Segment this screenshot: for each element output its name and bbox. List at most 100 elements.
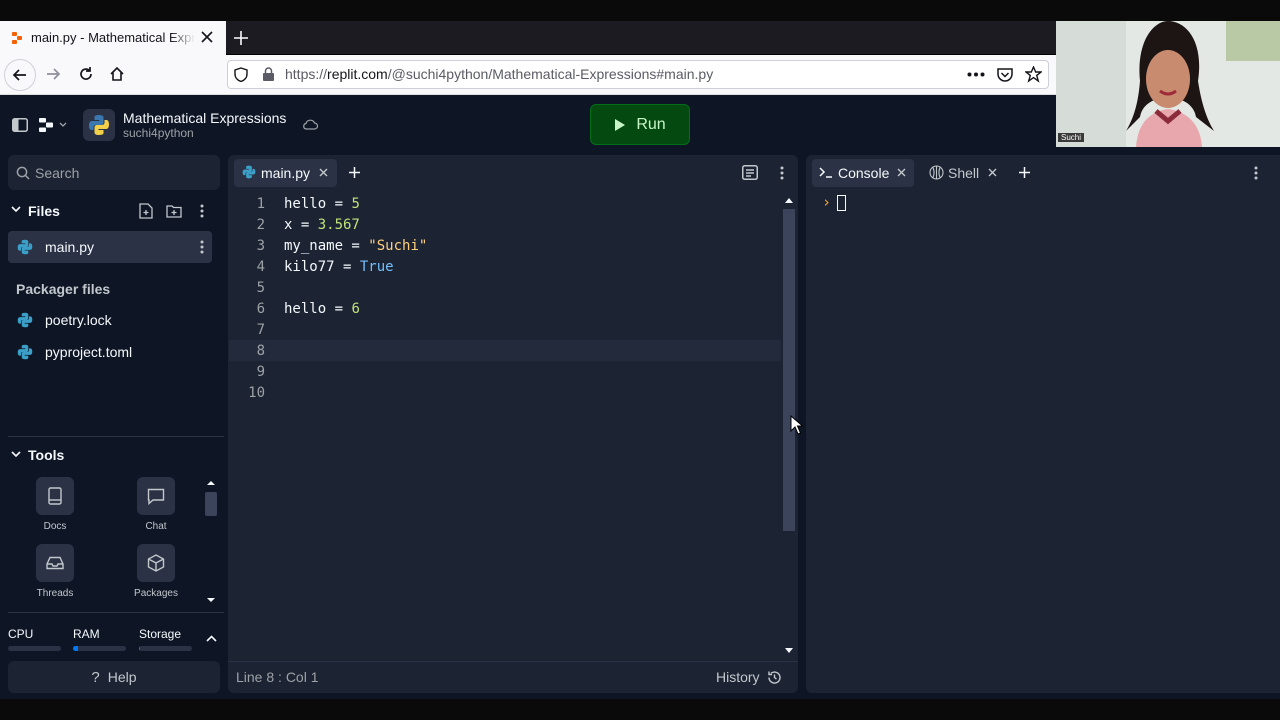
letterbox-bottom xyxy=(0,699,1280,720)
storage-label: Storage xyxy=(139,627,182,641)
code-line[interactable]: kilo77 = True xyxy=(284,259,394,275)
code-text: x = xyxy=(284,217,318,233)
browser-tab-title: main.py - Mathematical Expressions xyxy=(31,30,195,45)
help-button[interactable]: ? Help xyxy=(8,661,220,693)
packager-files-header: Packager files xyxy=(16,281,111,297)
tools-scrollbar[interactable] xyxy=(203,476,219,608)
code-text: kilo77 = xyxy=(284,259,360,275)
code-text: hello = xyxy=(284,196,352,212)
project-owner[interactable]: suchi4python xyxy=(123,126,194,140)
url-path: /@suchi4python/Mathematical-Expressions#… xyxy=(387,66,714,82)
python-project-icon[interactable] xyxy=(83,109,115,141)
run-button[interactable]: Run xyxy=(590,104,690,145)
line-number: 10 xyxy=(248,385,265,401)
python-file-icon xyxy=(242,165,256,179)
play-icon xyxy=(614,118,626,132)
line-number: 6 xyxy=(256,301,265,317)
reload-icon[interactable] xyxy=(78,66,94,82)
box-icon xyxy=(137,544,175,582)
python-file-icon xyxy=(17,239,33,255)
tool-label: Threads xyxy=(36,588,74,599)
packager-file-poetry-lock[interactable]: poetry.lock xyxy=(45,312,112,328)
line-number: 4 xyxy=(256,259,265,275)
chat-icon xyxy=(137,477,175,515)
code-line[interactable]: x = 3.567 xyxy=(284,217,360,233)
new-tab-icon[interactable] xyxy=(233,30,249,46)
forward-icon[interactable] xyxy=(45,66,61,82)
line-number: 5 xyxy=(256,280,265,296)
tools-collapse-chevron-icon[interactable] xyxy=(11,451,21,458)
console-pane xyxy=(806,155,1280,693)
console-menu-icon[interactable] xyxy=(1254,166,1258,180)
resources-expand-chevron-icon[interactable] xyxy=(206,635,217,642)
format-document-icon[interactable] xyxy=(742,165,758,180)
help-label: Help xyxy=(107,669,137,685)
tool-label: Docs xyxy=(43,521,67,532)
tool-label: Packages xyxy=(134,588,178,599)
tool-packages[interactable]: Packages xyxy=(116,544,196,602)
cursor-position: Line 8 : Col 1 xyxy=(236,669,319,685)
code-line[interactable]: hello = 6 xyxy=(284,301,360,317)
search-placeholder: Search xyxy=(35,165,80,181)
cpu-label: CPU xyxy=(8,627,34,641)
sidebar-toggle-icon[interactable] xyxy=(12,118,28,132)
editor-tab-close-icon[interactable] xyxy=(319,168,328,177)
tool-label: Chat xyxy=(145,521,167,532)
code-line[interactable]: my_name = "Suchi" xyxy=(284,238,427,254)
book-icon xyxy=(36,477,74,515)
file-item-main-py[interactable] xyxy=(8,231,212,263)
ram-meter xyxy=(73,646,126,651)
storage-meter xyxy=(139,646,192,651)
history-button[interactable]: History xyxy=(716,667,792,687)
line-number: 1 xyxy=(256,196,265,212)
editor-tab-label: main.py xyxy=(261,165,311,181)
tab-shell[interactable]: Shell xyxy=(948,165,979,181)
files-menu-icon[interactable] xyxy=(200,204,204,218)
files-header[interactable]: Files xyxy=(28,203,60,219)
tab-close-icon[interactable] xyxy=(201,31,213,43)
code-literal: 6 xyxy=(351,301,360,317)
webcam-overlay: Suchi xyxy=(1056,21,1280,147)
home-icon[interactable] xyxy=(109,66,125,82)
code-line[interactable]: hello = 5 xyxy=(284,196,360,212)
cpu-meter xyxy=(8,646,61,651)
back-icon[interactable] xyxy=(4,59,36,91)
lock-icon[interactable] xyxy=(262,67,275,82)
project-title[interactable]: Mathematical Expressions xyxy=(123,110,286,126)
code-literal: "Suchi" xyxy=(368,238,428,254)
console-add-tab-icon[interactable] xyxy=(1018,166,1031,179)
editor-menu-icon[interactable] xyxy=(780,166,784,180)
shell-tab-close-icon[interactable] xyxy=(988,168,997,177)
cloud-sync-icon xyxy=(302,119,318,130)
file-menu-icon[interactable] xyxy=(200,240,204,254)
pocket-icon[interactable] xyxy=(997,67,1013,82)
search-icon xyxy=(16,166,30,180)
python-file-icon xyxy=(17,344,33,360)
more-actions-icon[interactable] xyxy=(967,72,985,77)
tab-console-label: Console xyxy=(838,165,890,181)
webcam-name-tag: Suchi xyxy=(1058,133,1085,142)
tracking-shield-icon[interactable] xyxy=(234,67,248,82)
console-tab-close-icon[interactable] xyxy=(897,168,906,177)
new-file-icon[interactable] xyxy=(139,203,153,219)
letterbox-top xyxy=(0,0,1280,21)
current-line-highlight xyxy=(229,340,781,361)
tool-chat[interactable]: Chat xyxy=(116,477,196,535)
new-folder-icon[interactable] xyxy=(166,204,182,218)
chevron-down-icon[interactable] xyxy=(59,122,67,127)
url-domain: replit.com xyxy=(327,66,388,82)
tool-docs[interactable]: Docs xyxy=(15,477,95,535)
tools-header[interactable]: Tools xyxy=(28,447,64,463)
packager-file-pyproject-toml[interactable]: pyproject.toml xyxy=(45,344,132,360)
console-cursor[interactable] xyxy=(837,195,846,211)
sidebar-divider xyxy=(8,436,224,437)
replit-logo-icon[interactable] xyxy=(39,118,53,132)
bookmark-star-icon[interactable] xyxy=(1025,66,1042,83)
tool-threads[interactable]: Threads xyxy=(15,544,95,602)
history-clock-icon xyxy=(767,670,782,685)
files-collapse-chevron-icon[interactable] xyxy=(11,206,21,213)
code-literal: True xyxy=(359,259,394,275)
editor-add-tab-icon[interactable] xyxy=(348,166,361,179)
url-prefix: https:// xyxy=(285,66,328,82)
shell-icon xyxy=(929,165,944,180)
